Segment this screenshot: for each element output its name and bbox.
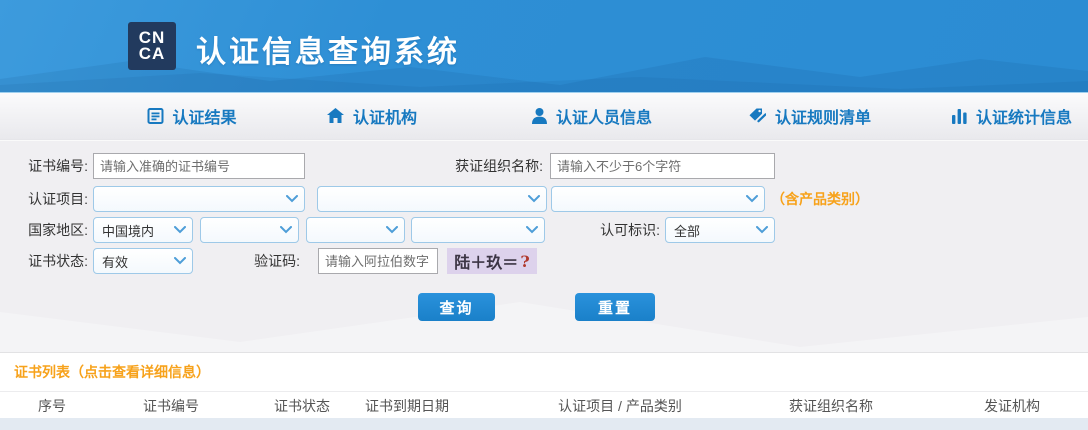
column-header-index: 序号	[38, 392, 66, 420]
country-select-2[interactable]	[200, 217, 299, 243]
column-header-project: 认证项目 / 产品类别	[558, 392, 682, 420]
cert-no-label: 证书编号:	[0, 153, 88, 179]
cert-project-select-2[interactable]	[317, 186, 547, 212]
column-header-org-name: 获证组织名称	[789, 392, 873, 420]
chevron-down-icon	[526, 226, 538, 234]
nav-tab-label: 认证统计信息	[976, 104, 1072, 128]
product-category-note: （含产品类别）	[771, 186, 869, 212]
nav-tab-certification-results[interactable]: 认证结果	[147, 104, 236, 128]
chevron-down-icon	[386, 226, 398, 234]
cert-no-input[interactable]	[93, 153, 305, 179]
logo-text-bottom: CA	[139, 46, 166, 62]
nav-tab-label: 认证规则清单	[775, 104, 871, 128]
org-name-label: 获证组织名称:	[435, 153, 543, 179]
empty-result-row	[0, 418, 1088, 430]
nav-tab-certification-statistics[interactable]: 认证统计信息	[952, 104, 1072, 128]
column-header-issuing-body: 发证机构	[984, 392, 1040, 420]
nav-tab-label: 认证结果	[172, 104, 236, 128]
country-select-4[interactable]	[411, 217, 545, 243]
chevron-down-icon	[746, 195, 758, 203]
search-form: 证书编号: 获证组织名称: 认证项目: （含产品类别） 国家地区: 中国境内	[0, 140, 1088, 352]
column-header-expiry-date: 证书到期日期	[365, 392, 449, 420]
captcha-image[interactable]: 陆＋玖＝?	[447, 248, 537, 274]
tag-icon	[749, 108, 766, 124]
main-nav: 认证结果 认证机构 认证人员信息 认证规则清单	[0, 93, 1088, 140]
cert-status-label: 证书状态:	[0, 248, 88, 274]
results-table-header: 序号 证书编号 证书状态 证书到期日期 认证项目 / 产品类别 获证组织名称 发…	[0, 391, 1088, 419]
column-header-cert-no: 证书编号	[143, 392, 199, 420]
person-icon	[532, 108, 547, 124]
nav-tab-certification-bodies[interactable]: 认证机构	[327, 104, 417, 128]
accreditation-label: 认可标识:	[560, 217, 660, 243]
selected-value: 有效	[102, 252, 128, 271]
column-header-cert-status: 证书状态	[274, 392, 330, 420]
bar-chart-icon	[952, 109, 967, 124]
list-icon	[147, 108, 163, 124]
nav-tab-label: 认证机构	[353, 104, 417, 128]
country-label: 国家地区:	[0, 217, 88, 243]
cert-status-select[interactable]: 有效	[93, 248, 193, 274]
country-select-3[interactable]	[306, 217, 405, 243]
chevron-down-icon	[528, 195, 540, 203]
page-title: 认证信息查询系统	[196, 27, 460, 71]
chevron-down-icon	[756, 226, 768, 234]
cnca-logo: CN CA	[128, 22, 176, 70]
query-button[interactable]: 查询	[418, 293, 495, 321]
cert-project-label: 认证项目:	[0, 186, 88, 212]
selected-value: 中国境内	[102, 221, 154, 240]
nav-tab-certification-personnel[interactable]: 认证人员信息	[532, 104, 652, 128]
captcha-input[interactable]	[318, 248, 438, 274]
chevron-down-icon	[280, 226, 292, 234]
certification-query-page: CN CA 认证信息查询系统 认证结果 认证机构 认证人员信息	[0, 0, 1088, 430]
chevron-down-icon	[286, 195, 298, 203]
cert-project-select-3[interactable]	[551, 186, 765, 212]
app-header: CN CA 认证信息查询系统	[0, 0, 1088, 93]
results-title: 证书列表（点击查看详细信息）	[14, 362, 210, 382]
results-section: 证书列表（点击查看详细信息） 序号 证书编号 证书状态 证书到期日期 认证项目 …	[0, 352, 1088, 430]
org-name-input[interactable]	[550, 153, 775, 179]
nav-tab-label: 认证人员信息	[556, 104, 652, 128]
chevron-down-icon	[174, 257, 186, 265]
cert-project-select-1[interactable]	[93, 186, 305, 212]
chevron-down-icon	[174, 226, 186, 234]
captcha-question-mark: ?	[520, 252, 529, 271]
accreditation-select[interactable]: 全部	[665, 217, 775, 243]
home-icon	[327, 108, 344, 124]
captcha-label: 验证码:	[210, 248, 300, 274]
reset-button[interactable]: 重置	[575, 293, 655, 321]
nav-tab-certification-rules[interactable]: 认证规则清单	[749, 104, 871, 128]
country-select-1[interactable]: 中国境内	[93, 217, 193, 243]
captcha-challenge: 陆＋玖＝	[454, 249, 518, 273]
selected-value: 全部	[674, 221, 700, 240]
